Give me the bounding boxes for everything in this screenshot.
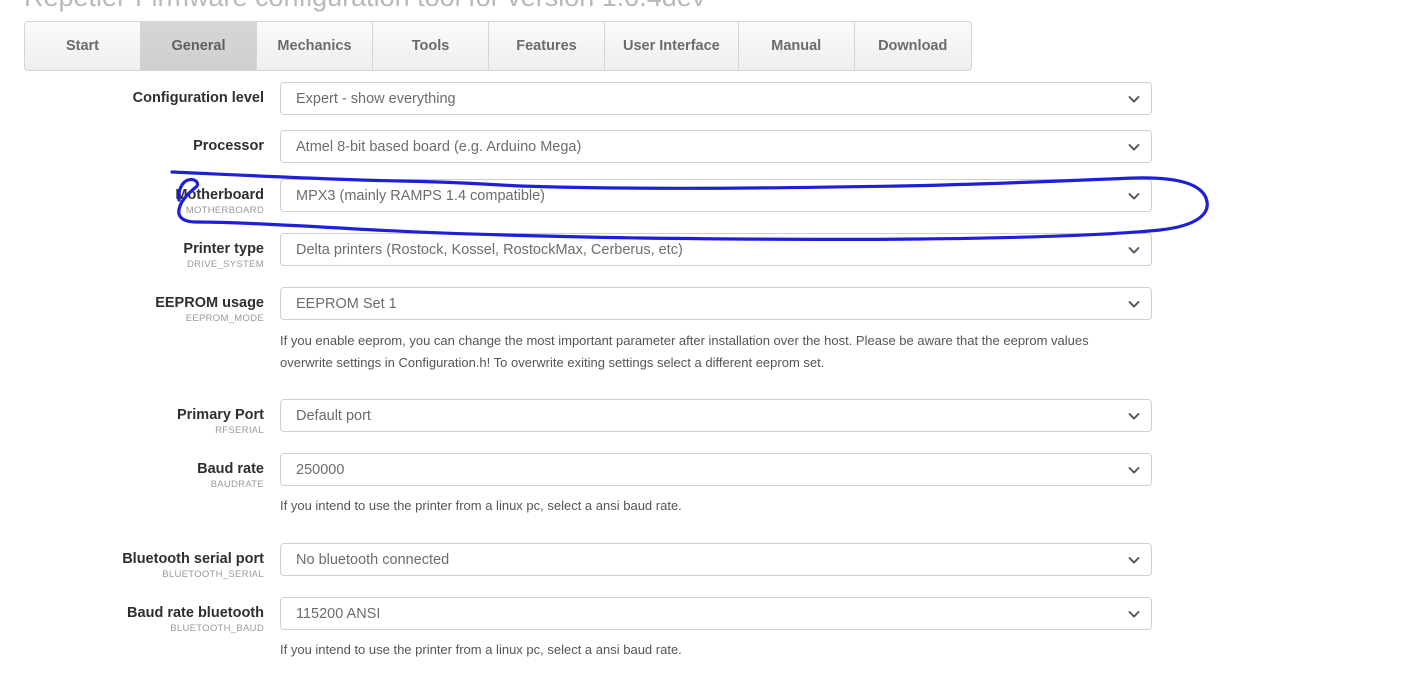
label-eeprom-usage: EEPROM usage EEPROM_MODE xyxy=(0,287,280,325)
label-text: Bluetooth serial port xyxy=(0,551,264,568)
label-text: Motherboard xyxy=(0,187,264,204)
tab-start[interactable]: Start xyxy=(25,22,141,70)
form-row-processor: Processor Atmel 8-bit based board (e.g. … xyxy=(0,130,1409,163)
label-primary-port: Primary Port RFSERIAL xyxy=(0,399,280,437)
chevron-down-icon xyxy=(1128,93,1140,105)
field-motherboard: MPX3 (mainly RAMPS 1.4 compatible) xyxy=(280,179,1152,212)
tab-general[interactable]: General xyxy=(141,22,257,70)
label-baud-rate-bluetooth: Baud rate bluetooth BLUETOOTH_BAUD xyxy=(0,597,280,635)
label-text: Baud rate xyxy=(0,461,264,478)
form-row-motherboard: Motherboard MOTHERBOARD MPX3 (mainly RAM… xyxy=(0,179,1409,217)
field-printer-type: Delta printers (Rostock, Kossel, Rostock… xyxy=(280,233,1152,266)
chevron-down-icon xyxy=(1128,464,1140,476)
label-processor: Processor xyxy=(0,130,280,155)
primary-port-select[interactable]: Default port xyxy=(280,399,1152,432)
select-value: Delta printers (Rostock, Kossel, Rostock… xyxy=(281,242,683,258)
printer-type-select[interactable]: Delta printers (Rostock, Kossel, Rostock… xyxy=(280,233,1152,266)
field-primary-port: Default port xyxy=(280,399,1152,432)
field-bluetooth-serial-port: No bluetooth connected xyxy=(280,543,1152,576)
processor-select[interactable]: Atmel 8-bit based board (e.g. Arduino Me… xyxy=(280,130,1152,163)
form-row-bluetooth-serial-port: Bluetooth serial port BLUETOOTH_SERIAL N… xyxy=(0,543,1409,581)
baud-rate-select[interactable]: 250000 xyxy=(280,453,1152,486)
label-baud-rate: Baud rate BAUDRATE xyxy=(0,453,280,491)
form-row-primary-port: Primary Port RFSERIAL Default port xyxy=(0,399,1409,437)
field-baud-rate: 250000 If you intend to use the printer … xyxy=(280,453,1152,534)
label-text: EEPROM usage xyxy=(0,295,264,312)
label-motherboard: Motherboard MOTHERBOARD xyxy=(0,179,280,217)
form-row-eeprom-usage: EEPROM usage EEPROM_MODE EEPROM Set 1 If… xyxy=(0,287,1409,390)
tab-manual[interactable]: Manual xyxy=(739,22,855,70)
label-configuration-level: Configuration level xyxy=(0,82,280,107)
label-constant: EEPROM_MODE xyxy=(0,313,264,325)
select-value: EEPROM Set 1 xyxy=(281,296,397,312)
field-eeprom-usage: EEPROM Set 1 If you enable eeprom, you c… xyxy=(280,287,1152,390)
form-row-baud-rate-bluetooth: Baud rate bluetooth BLUETOOTH_BAUD 11520… xyxy=(0,597,1409,674)
label-constant: MOTHERBOARD xyxy=(0,205,264,217)
label-constant: BAUDRATE xyxy=(0,479,264,491)
select-value: Expert - show everything xyxy=(281,91,456,107)
app-window: Repetier-Firmware configuration tool for… xyxy=(0,0,1409,674)
label-bluetooth-serial-port: Bluetooth serial port BLUETOOTH_SERIAL xyxy=(0,543,280,581)
label-text: Printer type xyxy=(0,241,264,258)
baud-rate-bluetooth-select[interactable]: 115200 ANSI xyxy=(280,597,1152,630)
chevron-down-icon xyxy=(1128,244,1140,256)
field-baud-rate-bluetooth: 115200 ANSI If you intend to use the pri… xyxy=(280,597,1152,674)
eeprom-help-text: If you enable eeprom, you can change the… xyxy=(280,330,1138,374)
chevron-down-icon xyxy=(1128,410,1140,422)
label-text: Configuration level xyxy=(0,90,264,107)
form-row-configuration-level: Configuration level Expert - show everyt… xyxy=(0,82,1409,115)
chevron-down-icon xyxy=(1128,554,1140,566)
field-processor: Atmel 8-bit based board (e.g. Arduino Me… xyxy=(280,130,1152,163)
label-text: Primary Port xyxy=(0,407,264,424)
label-constant: BLUETOOTH_BAUD xyxy=(0,623,264,635)
motherboard-select[interactable]: MPX3 (mainly RAMPS 1.4 compatible) xyxy=(280,179,1152,212)
label-constant: DRIVE_SYSTEM xyxy=(0,259,264,271)
form-row-baud-rate: Baud rate BAUDRATE 250000 If you intend … xyxy=(0,453,1409,534)
chevron-down-icon xyxy=(1128,298,1140,310)
baud-rate-help-text: If you intend to use the printer from a … xyxy=(280,495,1138,517)
tab-download[interactable]: Download xyxy=(855,22,971,70)
label-constant: RFSERIAL xyxy=(0,425,264,437)
label-printer-type: Printer type DRIVE_SYSTEM xyxy=(0,233,280,271)
eeprom-usage-select[interactable]: EEPROM Set 1 xyxy=(280,287,1152,320)
configuration-level-select[interactable]: Expert - show everything xyxy=(280,82,1152,115)
chevron-down-icon xyxy=(1128,190,1140,202)
select-value: Atmel 8-bit based board (e.g. Arduino Me… xyxy=(281,139,581,155)
chevron-down-icon xyxy=(1128,608,1140,620)
select-value: 250000 xyxy=(281,462,344,478)
tab-features[interactable]: Features xyxy=(489,22,605,70)
general-settings-form: Configuration level Expert - show everyt… xyxy=(0,82,1409,674)
bluetooth-serial-port-select[interactable]: No bluetooth connected xyxy=(280,543,1152,576)
select-value: MPX3 (mainly RAMPS 1.4 compatible) xyxy=(281,188,545,204)
page-title: Repetier-Firmware configuration tool for… xyxy=(24,0,705,13)
label-constant: BLUETOOTH_SERIAL xyxy=(0,569,264,581)
tab-user-interface[interactable]: User Interface xyxy=(605,22,739,70)
select-value: No bluetooth connected xyxy=(281,552,449,568)
field-configuration-level: Expert - show everything xyxy=(280,82,1152,115)
tab-bar: Start General Mechanics Tools Features U… xyxy=(24,21,972,71)
label-text: Baud rate bluetooth xyxy=(0,605,264,622)
tab-mechanics[interactable]: Mechanics xyxy=(257,22,373,70)
tab-tools[interactable]: Tools xyxy=(373,22,489,70)
label-text: Processor xyxy=(0,138,264,155)
bluetooth-baud-help-text: If you intend to use the printer from a … xyxy=(280,639,1138,661)
select-value: 115200 ANSI xyxy=(281,606,380,622)
form-row-printer-type: Printer type DRIVE_SYSTEM Delta printers… xyxy=(0,233,1409,271)
select-value: Default port xyxy=(281,408,371,424)
chevron-down-icon xyxy=(1128,141,1140,153)
